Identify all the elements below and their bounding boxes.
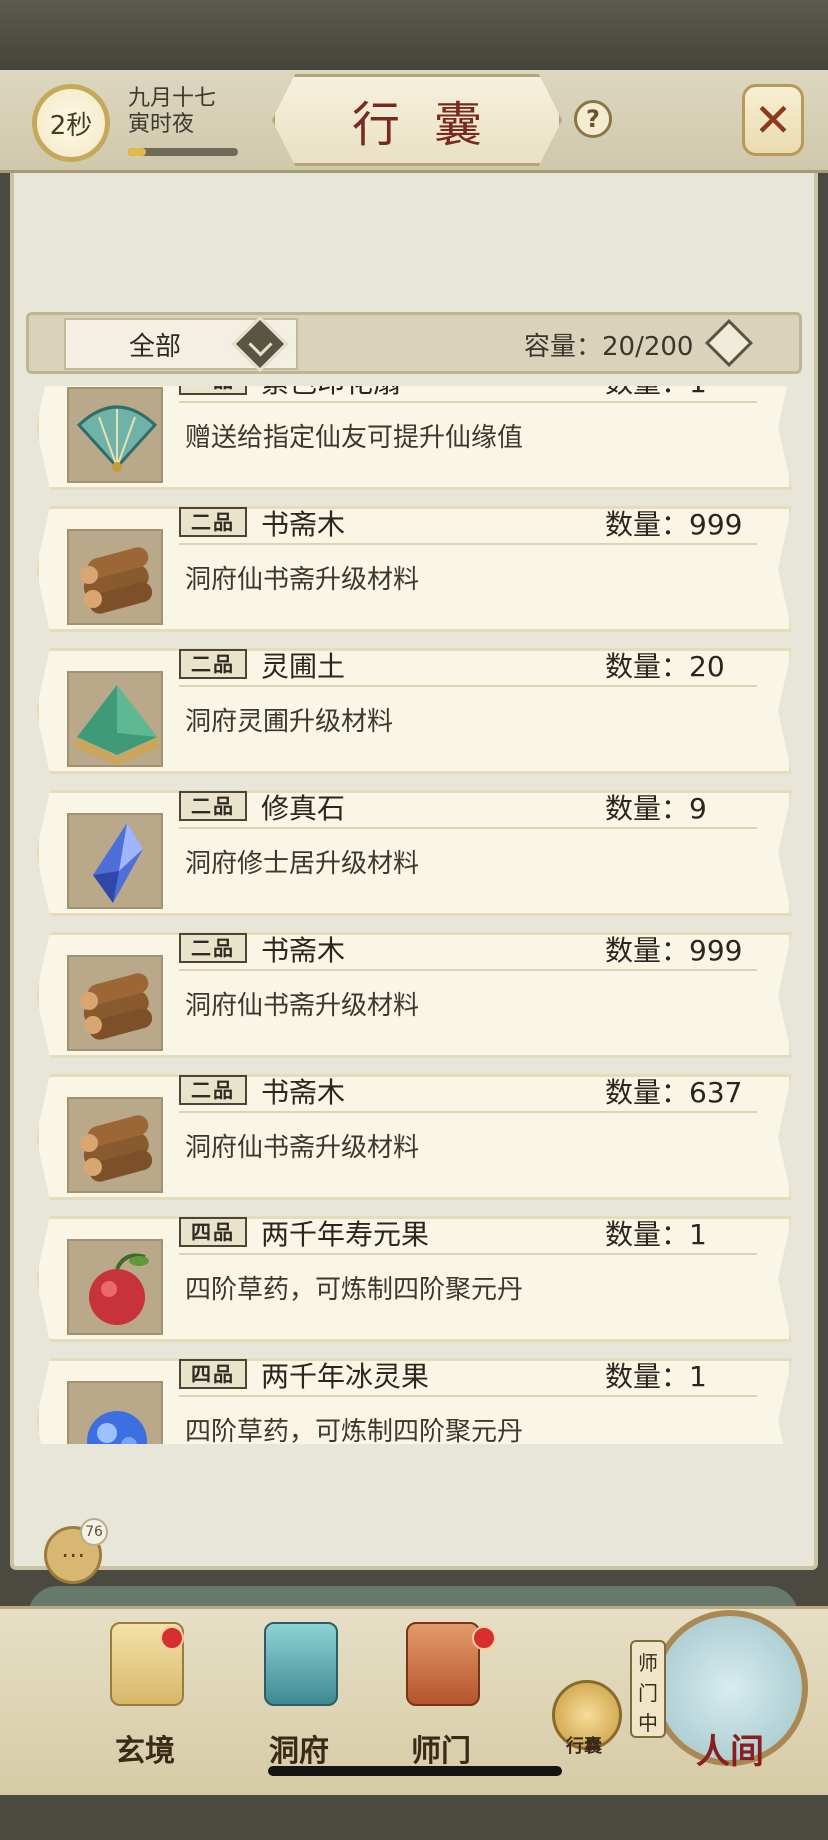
divider bbox=[179, 827, 757, 829]
list-item[interactable]: 四品 两千年寿元果 数量：1 四阶草药，可炼制四阶聚元丹 bbox=[36, 1216, 792, 1342]
banner-icon bbox=[406, 1622, 480, 1706]
page-title: 行囊 bbox=[272, 74, 562, 166]
item-count: 数量：999 bbox=[605, 934, 743, 967]
nav-dongfu[interactable]: 洞府 bbox=[234, 1622, 364, 1782]
time-progress-fill bbox=[128, 148, 146, 156]
item-name: 书斋木 bbox=[261, 508, 346, 541]
grade-badge: 一品 bbox=[179, 386, 247, 395]
list-item[interactable]: 四品 两千年冰灵果 数量：1 四阶草药，可炼制四阶聚元丹 bbox=[36, 1358, 792, 1444]
grade-badge: 四品 bbox=[179, 1217, 247, 1247]
game-date: 九月十七 寅时夜 bbox=[128, 86, 216, 138]
divider bbox=[179, 969, 757, 971]
crystal-icon bbox=[67, 813, 163, 909]
nav-label: 洞府 bbox=[269, 1734, 329, 1769]
timer-badge: 2秒 bbox=[32, 84, 110, 162]
nav-label: 师门 bbox=[411, 1734, 471, 1769]
grade-badge: 二品 bbox=[179, 1075, 247, 1105]
item-name: 素色印花扇 bbox=[261, 386, 401, 401]
item-name: 两千年冰灵果 bbox=[261, 1360, 430, 1393]
divider bbox=[179, 1111, 757, 1113]
item-count: 数量：637 bbox=[605, 1076, 743, 1109]
nav-shimen[interactable]: 师门 bbox=[376, 1622, 506, 1782]
divider bbox=[179, 685, 757, 687]
list-item[interactable]: 一品 素色印花扇 数量：1 赠送给指定仙友可提升仙缘值 bbox=[36, 386, 792, 490]
ice-fruit-icon bbox=[67, 1381, 163, 1444]
item-count: 数量：1 bbox=[605, 1218, 707, 1251]
list-item[interactable]: 二品 修真石 数量：9 洞府修士居升级材料 bbox=[36, 790, 792, 916]
nav-xuanjing[interactable]: 玄境 bbox=[80, 1622, 210, 1782]
divider bbox=[179, 543, 757, 545]
item-name: 书斋木 bbox=[261, 934, 346, 967]
grade-badge: 二品 bbox=[179, 791, 247, 821]
item-description: 四阶草药，可炼制四阶聚元丹 bbox=[185, 1275, 524, 1305]
item-description: 洞府仙书斋升级材料 bbox=[185, 565, 420, 595]
item-count: 数量：20 bbox=[605, 650, 725, 683]
divider bbox=[179, 1395, 757, 1397]
item-count: 数量：1 bbox=[605, 386, 707, 401]
grade-badge: 二品 bbox=[179, 507, 247, 537]
home-indicator bbox=[268, 1766, 562, 1776]
nav-renjian-label[interactable]: 人间 bbox=[660, 1724, 800, 1773]
date-line: 九月十七 bbox=[128, 86, 217, 111]
nav-label: 行囊 bbox=[566, 1736, 602, 1757]
item-count: 数量：1 bbox=[605, 1360, 707, 1393]
divider bbox=[179, 1253, 757, 1255]
item-count: 数量：9 bbox=[605, 792, 707, 825]
notification-dot bbox=[160, 1626, 184, 1650]
nav-label: 玄境 bbox=[115, 1734, 175, 1769]
time-line: 寅时夜 bbox=[128, 112, 195, 137]
notification-dot bbox=[472, 1626, 496, 1650]
list-item[interactable]: 二品 灵圃土 数量：20 洞府灵圃升级材料 bbox=[36, 648, 792, 774]
wood-icon bbox=[67, 955, 163, 1051]
pavilion-icon bbox=[264, 1622, 338, 1706]
soil-icon bbox=[67, 671, 163, 767]
capacity-text: 容量：20/200 bbox=[524, 332, 694, 362]
item-name: 修真石 bbox=[261, 792, 346, 825]
divider bbox=[179, 401, 757, 403]
item-name: 书斋木 bbox=[261, 1076, 346, 1109]
close-button[interactable]: ✕ bbox=[742, 84, 804, 156]
chat-bubble-icon: ⋯ bbox=[61, 1541, 85, 1569]
grade-badge: 四品 bbox=[179, 1359, 247, 1389]
grade-badge: 二品 bbox=[179, 649, 247, 679]
chat-unread-badge: 76 bbox=[80, 1518, 108, 1546]
wood-icon bbox=[67, 1097, 163, 1193]
item-description: 洞府仙书斋升级材料 bbox=[185, 991, 420, 1021]
top-scenery bbox=[0, 0, 828, 70]
list-item[interactable]: 二品 书斋木 数量：999 洞府仙书斋升级材料 bbox=[36, 932, 792, 1058]
item-list[interactable]: 一品 素色印花扇 数量：1 赠送给指定仙友可提升仙缘值 二品 书斋木 数量：99… bbox=[36, 386, 800, 1444]
list-item[interactable]: 二品 书斋木 数量：999 洞府仙书斋升级材料 bbox=[36, 506, 792, 632]
fan-icon bbox=[67, 387, 163, 483]
item-count: 数量：999 bbox=[605, 508, 743, 541]
list-item[interactable]: 二品 书斋木 数量：637 洞府仙书斋升级材料 bbox=[36, 1074, 792, 1200]
item-description: 洞府修士居升级材料 bbox=[185, 849, 420, 879]
item-description: 赠送给指定仙友可提升仙缘值 bbox=[185, 423, 524, 453]
item-description: 四阶草药，可炼制四阶聚元丹 bbox=[185, 1417, 524, 1444]
wood-icon bbox=[67, 529, 163, 625]
item-description: 洞府灵圃升级材料 bbox=[185, 707, 394, 737]
item-description: 洞府仙书斋升级材料 bbox=[185, 1133, 420, 1163]
category-dropdown-label: 全部 bbox=[128, 332, 181, 362]
nav-xingnang[interactable]: 行囊 bbox=[524, 1680, 644, 1840]
grade-badge: 二品 bbox=[179, 933, 247, 963]
item-name: 灵圃土 bbox=[261, 650, 346, 683]
item-name: 两千年寿元果 bbox=[261, 1218, 430, 1251]
help-icon[interactable]: ? bbox=[574, 100, 612, 138]
fruit-icon bbox=[67, 1239, 163, 1335]
